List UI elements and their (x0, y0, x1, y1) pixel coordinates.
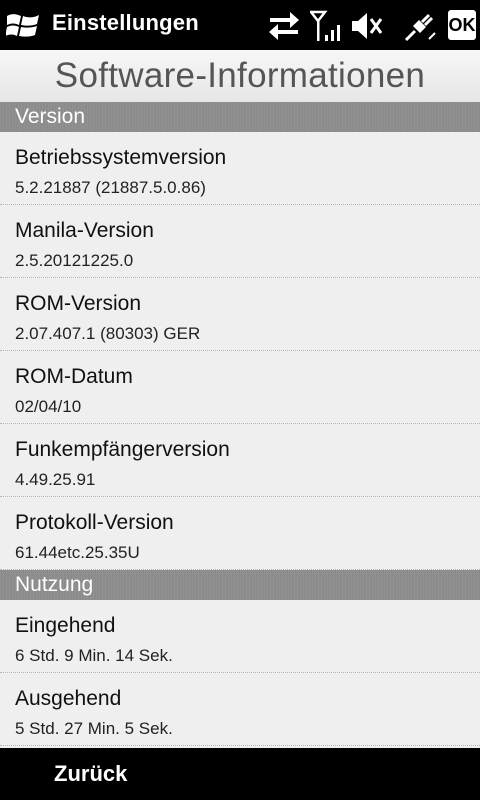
item-value: 2.07.407.1 (80303) GER (15, 324, 201, 343)
softkey-bar: Zurück (0, 748, 480, 800)
data-sync-arrows-icon[interactable] (268, 9, 300, 43)
content-list[interactable]: Version Betriebssystemversion 5.2.21887 … (0, 102, 480, 748)
item-label: Betriebssystemversion (15, 146, 227, 169)
item-label: Funkempfängerversion (15, 438, 230, 461)
item-value: 4.49.25.91 (15, 470, 96, 489)
ok-button[interactable]: OK (448, 10, 476, 40)
item-label: Eingehend (15, 614, 116, 637)
item-value: 5 Std. 27 Min. 5 Sek. (15, 719, 173, 738)
item-label: ROM-Datum (15, 365, 133, 388)
list-item-radio-version[interactable]: Funkempfängerversion 4.49.25.91 (0, 424, 480, 497)
power-plug-icon[interactable] (403, 9, 437, 43)
item-value: 5.2.21887 (21887.5.0.86) (15, 178, 206, 197)
page-title: Software-Informationen (54, 56, 426, 95)
list-item-protocol-version[interactable]: Protokoll-Version 61.44etc.25.35U (0, 497, 480, 570)
title-band: Software-Informationen (0, 50, 480, 103)
list-item-rom-date[interactable]: ROM-Datum 02/04/10 (0, 351, 480, 424)
item-value: 02/04/10 (15, 397, 82, 416)
list-item-os-version[interactable]: Betriebssystemversion 5.2.21887 (21887.5… (0, 132, 480, 205)
section-header-version: Version (0, 102, 480, 132)
signal-strength-icon[interactable] (310, 9, 342, 43)
item-value: 6 Std. 9 Min. 14 Sek. (15, 646, 173, 665)
list-item-incoming[interactable]: Eingehend 6 Std. 9 Min. 14 Sek. (0, 600, 480, 673)
item-label: ROM-Version (15, 292, 142, 315)
status-bar: Einstellungen OK (0, 0, 480, 50)
app-title: Einstellungen (52, 10, 199, 35)
item-label: Manila-Version (15, 219, 154, 242)
list-item-outgoing[interactable]: Ausgehend 5 Std. 27 Min. 5 Sek. (0, 673, 480, 746)
back-button[interactable]: Zurück (54, 761, 127, 787)
item-label: Protokoll-Version (15, 511, 174, 534)
section-header-usage: Nutzung (0, 570, 480, 600)
list-item-rom-version[interactable]: ROM-Version 2.07.407.1 (80303) GER (0, 278, 480, 351)
item-label: Ausgehend (15, 687, 122, 710)
list-item-manila-version[interactable]: Manila-Version 2.5.20121225.0 (0, 205, 480, 278)
speaker-muted-icon[interactable] (350, 9, 384, 43)
windows-start-icon[interactable] (6, 11, 40, 41)
item-value: 61.44etc.25.35U (15, 543, 140, 562)
item-value: 2.5.20121225.0 (15, 251, 134, 270)
